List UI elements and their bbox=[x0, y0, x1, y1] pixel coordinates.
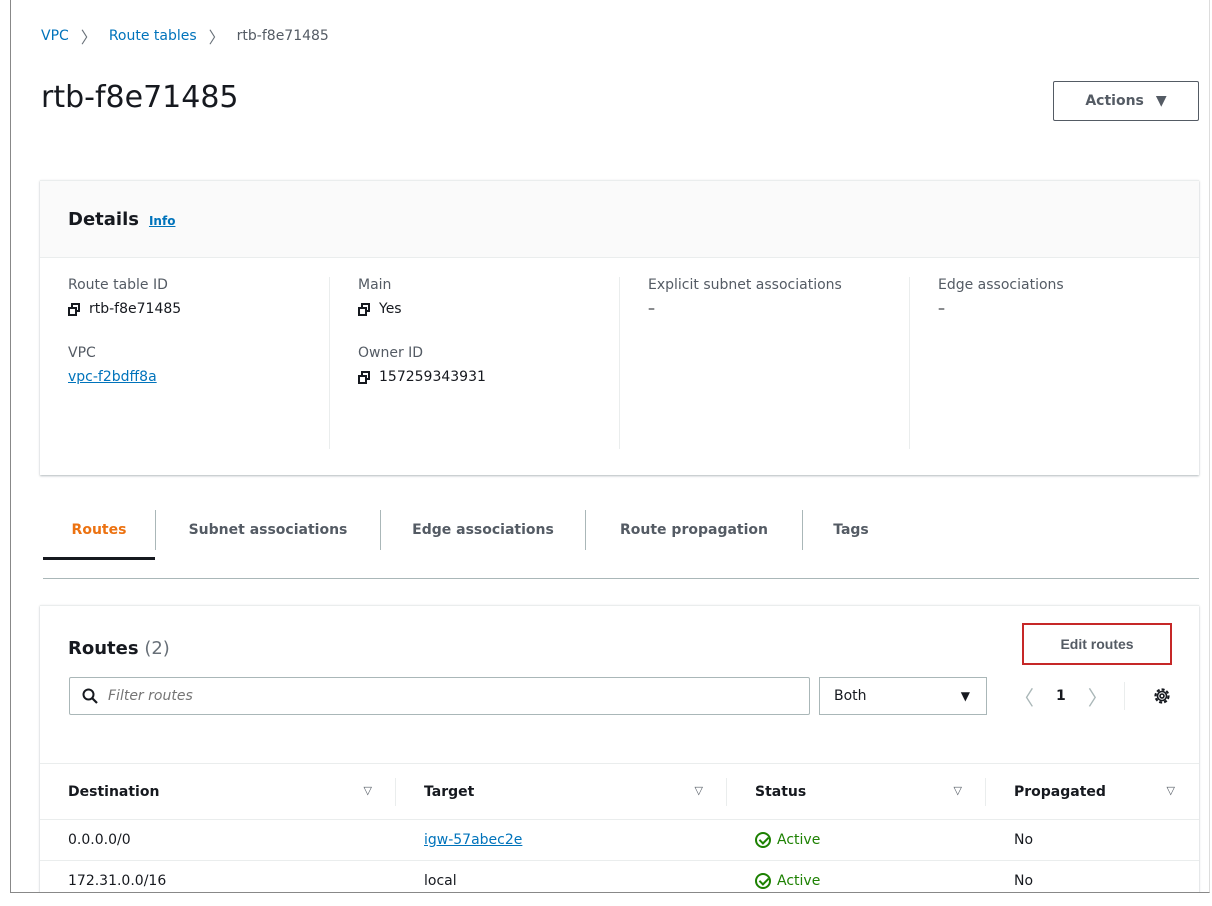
sort-icon[interactable]: ▽ bbox=[695, 784, 703, 797]
tab-edge-associations[interactable]: Edge associations bbox=[381, 500, 585, 560]
table-row[interactable]: 172.31.0.0/16 local Active No bbox=[40, 860, 1199, 892]
sort-icon[interactable]: ▽ bbox=[954, 784, 962, 797]
routes-panel: Routes (2) Edit routes Both ▼ 〈 1 〉 bbox=[40, 605, 1199, 892]
copy-icon[interactable] bbox=[358, 370, 371, 384]
tab-routes[interactable]: Routes bbox=[43, 500, 155, 560]
column-propagated[interactable]: Propagated ▽ bbox=[986, 764, 1199, 820]
filter-routes-input[interactable] bbox=[106, 687, 760, 705]
actions-button[interactable]: Actions ▼ bbox=[1053, 81, 1199, 121]
edge-associations-label: Edge associations bbox=[938, 277, 1064, 293]
select-value: Both bbox=[834, 688, 867, 704]
status-badge: Active bbox=[755, 873, 985, 889]
status-text: Active bbox=[777, 832, 821, 848]
vpc-label: VPC bbox=[68, 345, 96, 361]
details-col-3: Explicit subnet associations – bbox=[620, 277, 910, 449]
breadcrumb-vpc[interactable]: VPC bbox=[41, 28, 69, 44]
explicit-subnet-value: – bbox=[648, 301, 655, 317]
explicit-subnet-label: Explicit subnet associations bbox=[648, 277, 842, 293]
caret-down-icon: ▼ bbox=[1155, 93, 1167, 109]
actions-label: Actions bbox=[1085, 93, 1144, 109]
sort-icon[interactable]: ▽ bbox=[364, 784, 372, 797]
copy-icon[interactable] bbox=[68, 302, 81, 316]
route-table-id-value: rtb-f8e71485 bbox=[89, 301, 182, 317]
column-label: Destination bbox=[68, 783, 160, 800]
search-icon bbox=[82, 688, 98, 704]
copy-icon[interactable] bbox=[358, 302, 371, 316]
column-target[interactable]: Target ▽ bbox=[396, 764, 727, 820]
propagation-select[interactable]: Both ▼ bbox=[819, 677, 987, 715]
column-label: Propagated bbox=[1014, 783, 1106, 800]
destination-cell: 172.31.0.0/16 bbox=[40, 860, 396, 892]
owner-id-label: Owner ID bbox=[358, 345, 424, 361]
details-col-1: Route table ID rtb-f8e71485 VPC vpc-f2bd… bbox=[40, 277, 330, 449]
pagination: 〈 1 〉 bbox=[1014, 677, 1108, 715]
main-label: Main bbox=[358, 277, 392, 293]
details-title: Details bbox=[68, 208, 139, 230]
check-circle-icon bbox=[755, 873, 771, 889]
details-header: Details Info bbox=[40, 181, 1199, 258]
owner-id-value: 157259343931 bbox=[379, 369, 486, 385]
breadcrumb: VPC 〉 Route tables 〉 rtb-f8e71485 bbox=[41, 24, 329, 48]
target-cell: local bbox=[396, 860, 727, 892]
main-value: Yes bbox=[379, 301, 402, 317]
routes-count: (2) bbox=[144, 638, 170, 659]
destination-cell: 0.0.0.0/0 bbox=[40, 819, 396, 861]
chevron-right-icon: 〉 bbox=[208, 28, 225, 47]
next-page-icon[interactable]: 〉 bbox=[1088, 682, 1108, 711]
filter-box bbox=[69, 677, 810, 715]
propagated-cell: No bbox=[986, 819, 1199, 861]
column-destination[interactable]: Destination ▽ bbox=[40, 764, 396, 820]
details-panel: Details Info Route table ID rtb-f8e71485… bbox=[40, 180, 1199, 475]
propagated-cell: No bbox=[986, 860, 1199, 892]
previous-page-icon[interactable]: 〈 bbox=[1014, 682, 1034, 711]
check-circle-icon bbox=[755, 832, 771, 848]
tab-subnet-associations[interactable]: Subnet associations bbox=[156, 500, 380, 560]
caret-down-icon: ▼ bbox=[960, 689, 970, 703]
page-title: rtb-f8e71485 bbox=[41, 80, 239, 115]
column-label: Status bbox=[755, 783, 807, 800]
details-col-2: Main Yes Owner ID 157259343931 bbox=[330, 277, 620, 449]
main-frame: VPC 〉 Route tables 〉 rtb-f8e71485 rtb-f8… bbox=[10, 0, 1210, 893]
info-link[interactable]: Info bbox=[149, 214, 175, 228]
sort-icon[interactable]: ▽ bbox=[1167, 784, 1175, 797]
page-number[interactable]: 1 bbox=[1056, 688, 1066, 704]
column-label: Target bbox=[424, 783, 475, 800]
routes-title-text: Routes bbox=[68, 638, 139, 659]
column-status[interactable]: Status ▽ bbox=[727, 764, 986, 820]
tab-bar: Routes Subnet associations Edge associat… bbox=[43, 510, 1199, 579]
target-link[interactable]: igw-57abec2e bbox=[424, 832, 522, 848]
routes-title: Routes (2) bbox=[68, 638, 170, 659]
table-row[interactable]: 0.0.0.0/0 igw-57abec2e Active No bbox=[40, 819, 1199, 861]
tab-route-propagation[interactable]: Route propagation bbox=[586, 500, 802, 560]
edge-associations-value: – bbox=[938, 301, 945, 317]
vpc-link[interactable]: vpc-f2bdff8a bbox=[68, 369, 157, 385]
status-badge: Active bbox=[755, 832, 985, 848]
gear-icon[interactable] bbox=[1152, 686, 1172, 706]
divider bbox=[1124, 682, 1125, 710]
edit-routes-button[interactable]: Edit routes bbox=[1022, 623, 1172, 665]
breadcrumb-current: rtb-f8e71485 bbox=[236, 28, 329, 44]
route-table-id-label: Route table ID bbox=[68, 277, 168, 293]
details-col-4: Edge associations – bbox=[910, 277, 1199, 449]
status-text: Active bbox=[777, 873, 821, 889]
routes-table: Destination ▽ Target ▽ Status ▽ Propagated ▽… bbox=[40, 763, 1199, 892]
breadcrumb-route-tables[interactable]: Route tables bbox=[109, 28, 197, 44]
tab-tags[interactable]: Tags bbox=[803, 500, 899, 560]
chevron-right-icon: 〉 bbox=[80, 28, 97, 47]
